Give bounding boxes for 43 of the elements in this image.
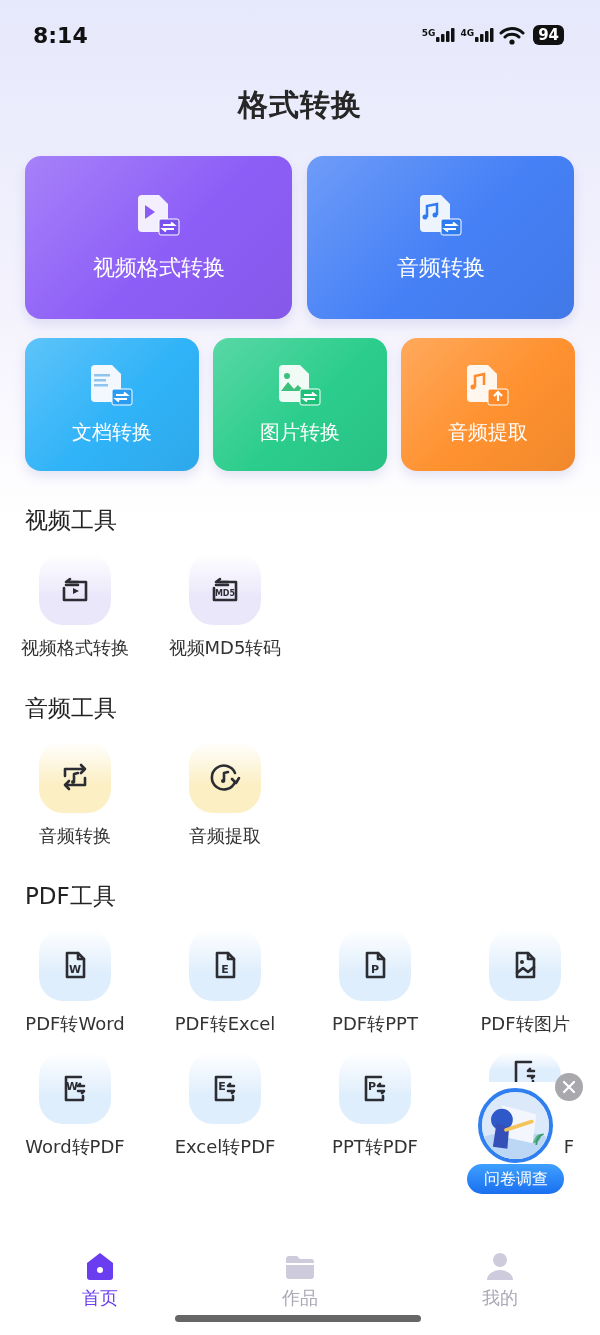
tool-label: PDF转PPT <box>332 1013 418 1035</box>
signal-icon <box>475 28 495 42</box>
tool-label: 视频MD5转码 <box>168 637 282 659</box>
tool-label: PDF转Excel <box>174 1013 276 1035</box>
feature-card[interactable]: 视频格式转换 <box>25 156 292 319</box>
tab-item[interactable]: 首页 <box>0 1251 200 1309</box>
tool-label: 音频转换 <box>39 825 111 847</box>
tool-label: Word转PDF <box>25 1136 125 1158</box>
tool-label: 音频提取 <box>189 825 261 847</box>
tool-label: PPT转PDF <box>332 1136 418 1158</box>
feature-card[interactable]: 音频转换 <box>307 156 574 319</box>
file-convert-icon <box>89 364 135 407</box>
close-icon <box>562 1080 576 1094</box>
card-label: 文档转换 <box>72 418 152 445</box>
card-label: 音频转换 <box>396 254 485 281</box>
section-heading: 视频工具 <box>25 506 118 534</box>
tool-label: 视频格式转换 <box>21 637 129 659</box>
card-label: 音频提取 <box>448 418 528 445</box>
file-convert-icon <box>135 194 182 237</box>
network-label: 4G <box>460 28 475 38</box>
tool-button[interactable] <box>489 1052 561 1082</box>
network-label: 5G <box>421 28 436 38</box>
file-convert-icon <box>465 364 511 407</box>
section-heading: 音频工具 <box>25 694 118 722</box>
tool-label: PDF转图片 <box>480 1013 570 1035</box>
signal-icon <box>436 28 456 42</box>
section-heading: PDF工具 <box>25 882 117 910</box>
page-title: 格式转换 <box>236 86 363 124</box>
wifi-icon <box>499 25 526 45</box>
home-icon <box>84 1251 116 1282</box>
tool-label: F <box>563 1136 574 1158</box>
file-convert-icon <box>277 364 323 407</box>
clock-time: 8:14 <box>33 22 88 48</box>
card-label: 图片转换 <box>260 418 340 445</box>
person-icon <box>484 1251 516 1282</box>
tool-label: Excel转PDF <box>174 1136 276 1158</box>
survey-button[interactable]: 问卷调查 <box>467 1164 564 1194</box>
battery-level: 94 <box>533 25 564 45</box>
tool-label: PDF转Word <box>25 1013 125 1035</box>
tool-button[interactable] <box>39 741 111 813</box>
card-label: 视频格式转换 <box>92 254 225 281</box>
tool-button[interactable] <box>189 741 261 813</box>
file-convert-icon <box>417 194 464 237</box>
